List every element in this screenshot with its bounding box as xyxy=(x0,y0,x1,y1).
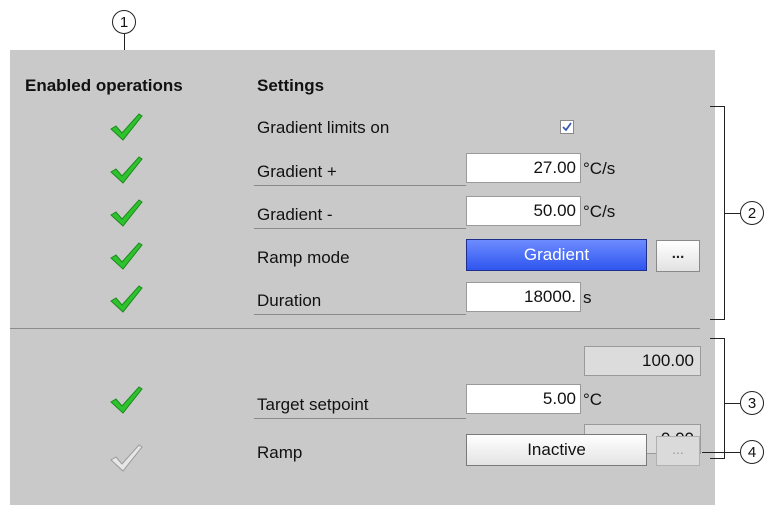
check-icon xyxy=(108,241,144,271)
header-enabled-operations: Enabled operations xyxy=(25,76,183,95)
ramp-label: Ramp xyxy=(257,443,303,462)
ramp-mode-label: Ramp mode xyxy=(257,248,350,267)
callout-3-line xyxy=(724,403,740,404)
header-settings: Settings xyxy=(257,76,325,95)
gradient-plus-input[interactable]: 27.00 xyxy=(466,153,581,183)
callout-4-line xyxy=(702,452,740,453)
target-setpoint-unit: °C xyxy=(583,390,603,409)
gradient-minus-input[interactable]: 50.00 xyxy=(466,196,581,226)
ramp-mode-button[interactable]: Gradient xyxy=(466,239,647,271)
gradient-minus-unit: °C/s xyxy=(583,202,616,221)
target-setpoint-input[interactable]: 5.00 xyxy=(466,384,581,414)
check-disabled-icon xyxy=(108,443,144,473)
callout-1: 1 xyxy=(112,10,136,34)
gradient-plus-unit: °C/s xyxy=(583,159,616,178)
gradient-plus-label: Gradient + xyxy=(257,162,337,181)
callout-2-line xyxy=(724,213,740,214)
gradient-minus-underline xyxy=(254,228,466,229)
gradient-limits-label: Gradient limits on xyxy=(257,118,390,137)
callout-2: 2 xyxy=(740,201,764,225)
duration-unit: s xyxy=(583,288,592,307)
target-high-limit: 100.00 xyxy=(584,346,701,376)
section-divider xyxy=(10,328,700,329)
ramp-mode-more-button[interactable]: ... xyxy=(656,240,700,272)
callout-4: 4 xyxy=(740,440,764,464)
ramp-more-button[interactable]: ... xyxy=(656,436,700,466)
gradient-limits-checkbox[interactable] xyxy=(560,120,574,134)
check-icon xyxy=(108,284,144,314)
check-icon xyxy=(108,112,144,142)
check-icon xyxy=(108,385,144,415)
duration-label: Duration xyxy=(257,291,322,310)
check-icon xyxy=(108,155,144,185)
gradient-minus-label: Gradient - xyxy=(257,205,333,224)
duration-underline xyxy=(254,314,466,315)
gradient-plus-underline xyxy=(254,185,466,186)
duration-input[interactable]: 18000. xyxy=(466,282,581,312)
ramp-status-button[interactable]: Inactive xyxy=(466,434,647,466)
target-setpoint-underline xyxy=(254,418,466,419)
check-icon xyxy=(108,198,144,228)
callout-2-bracket xyxy=(710,106,725,320)
callout-3-bracket xyxy=(710,338,725,459)
callout-3: 3 xyxy=(740,391,764,415)
target-setpoint-label: Target setpoint xyxy=(257,395,369,414)
